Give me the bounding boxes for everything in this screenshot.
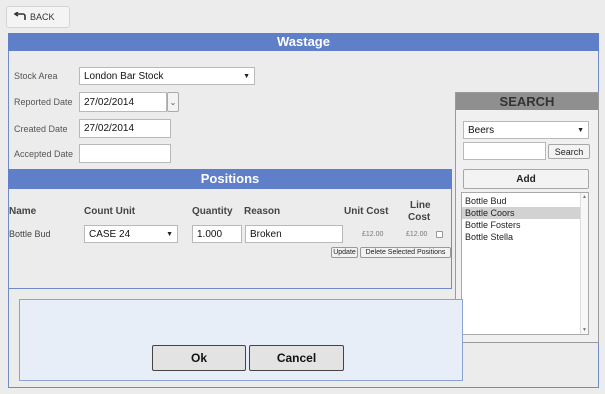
- date-picker-toggle[interactable]: ⌄: [167, 92, 179, 112]
- scroll-down-icon[interactable]: ▼: [582, 327, 587, 333]
- search-result-item[interactable]: Bottle Stella: [462, 231, 588, 243]
- back-arrow-icon: [13, 12, 27, 22]
- chevron-down-icon: ▼: [577, 126, 584, 134]
- col-header-line-cost-1: Line: [410, 200, 431, 211]
- ok-button[interactable]: Ok: [152, 345, 246, 371]
- back-button[interactable]: BACK: [6, 6, 70, 28]
- row-name: Bottle Bud: [9, 229, 51, 239]
- search-result-item[interactable]: Bottle Bud: [462, 195, 588, 207]
- chevron-down-icon: ⌄: [169, 97, 177, 107]
- col-header-line-cost-2: Cost: [408, 212, 431, 223]
- row-count-unit-select[interactable]: CASE 24 ▼: [84, 225, 178, 243]
- col-header-name: Name: [9, 206, 37, 217]
- wastage-title: Wastage: [8, 33, 599, 51]
- created-date-value: 27/02/2014: [84, 123, 135, 134]
- search-category-select[interactable]: Beers ▼: [463, 121, 589, 139]
- row-quantity-value: 1.000: [197, 228, 223, 240]
- chevron-down-icon: ▼: [243, 72, 250, 80]
- col-header-reason: Reason: [244, 206, 281, 217]
- row-unit-cost: £12.00: [362, 231, 384, 238]
- row-select-checkbox[interactable]: [436, 231, 443, 238]
- search-input[interactable]: [463, 142, 546, 160]
- chevron-down-icon: ▼: [166, 230, 173, 238]
- stock-area-select[interactable]: London Bar Stock ▼: [79, 67, 255, 85]
- positions-title: Positions: [8, 169, 452, 189]
- row-reason-value: Broken: [250, 228, 282, 240]
- created-date-label: Created Date: [14, 124, 68, 134]
- accepted-date-field[interactable]: [79, 144, 171, 163]
- update-button[interactable]: Update: [331, 247, 358, 258]
- results-container: Bottle Bud Bottle Coors Bottle Fosters Bott…: [462, 195, 588, 243]
- row-quantity-input[interactable]: 1.000: [192, 225, 242, 243]
- search-category-value: Beers: [468, 124, 495, 136]
- reported-date-field[interactable]: 27/02/2014: [79, 92, 167, 112]
- accepted-date-label: Accepted Date: [14, 149, 74, 159]
- row-line-cost: £12.00: [406, 231, 428, 238]
- reported-date-label: Reported Date: [14, 97, 73, 107]
- search-title: SEARCH: [456, 93, 598, 110]
- col-header-unit-cost: Unit Cost: [344, 206, 389, 217]
- row-reason-input[interactable]: Broken: [245, 225, 343, 243]
- created-date-field[interactable]: 27/02/2014: [79, 119, 171, 138]
- reported-date-value: 27/02/2014: [84, 96, 135, 108]
- search-result-item[interactable]: Bottle Coors: [462, 207, 588, 219]
- stock-area-value: London Bar Stock: [84, 70, 164, 82]
- delete-selected-positions-button[interactable]: Delete Selected Positions: [360, 247, 451, 258]
- search-result-item[interactable]: Bottle Fosters: [462, 219, 588, 231]
- search-button[interactable]: Search: [548, 144, 590, 159]
- scroll-up-icon[interactable]: ▲: [582, 194, 587, 200]
- col-header-count-unit: Count Unit: [84, 206, 136, 217]
- back-label: BACK: [30, 12, 55, 22]
- search-results-list[interactable]: Bottle Bud Bottle Coors Bottle Fosters Bott…: [461, 192, 589, 335]
- add-button[interactable]: Add: [463, 169, 589, 189]
- scrollbar[interactable]: ▲ ▼: [580, 193, 588, 334]
- col-header-quantity: Quantity: [192, 206, 233, 217]
- row-count-unit-value: CASE 24: [89, 228, 131, 240]
- stock-area-label: Stock Area: [14, 71, 58, 81]
- cancel-button[interactable]: Cancel: [249, 345, 344, 371]
